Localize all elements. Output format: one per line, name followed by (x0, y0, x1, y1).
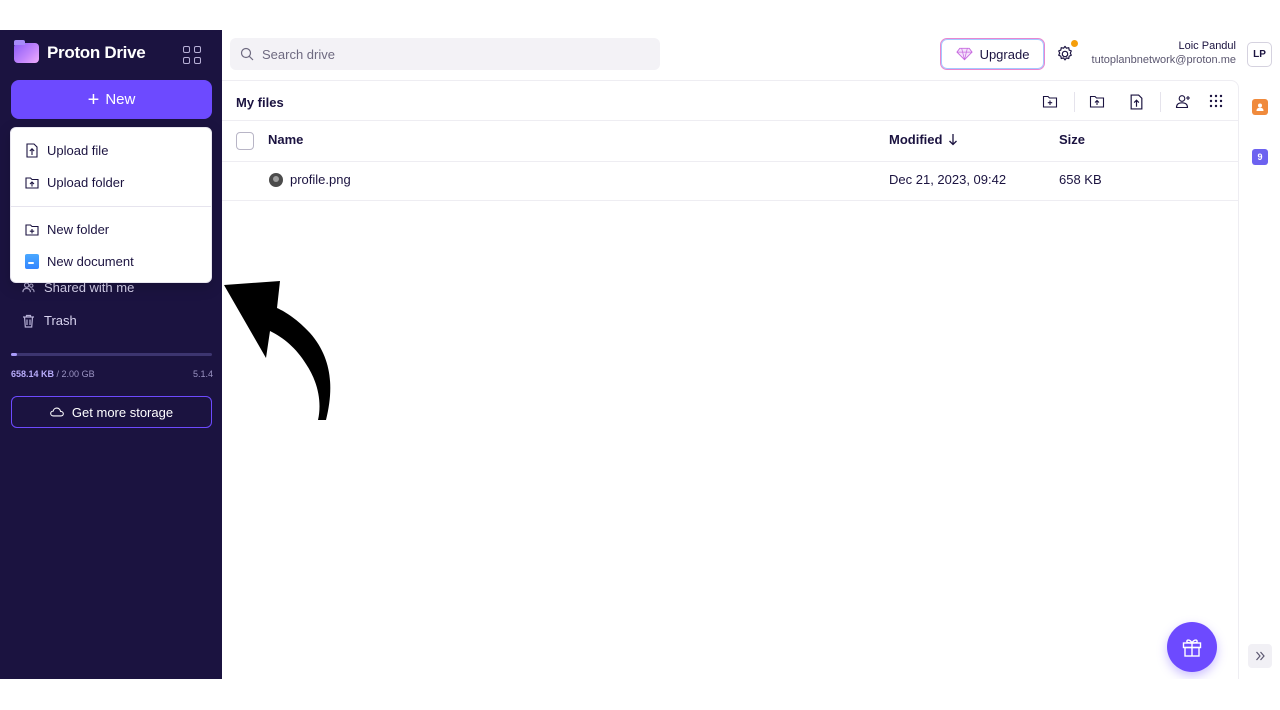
new-button-label: New (105, 91, 136, 108)
contacts-person-icon (1256, 103, 1264, 111)
menu-item-new-document[interactable]: New document (25, 254, 134, 269)
notification-dot (1071, 40, 1078, 47)
trash-icon (23, 314, 34, 328)
upgrade-label: Upgrade (979, 46, 1030, 62)
menu-item-upload-folder[interactable]: Upload folder (25, 175, 124, 190)
cloud-icon (50, 407, 64, 417)
avatar[interactable]: LP (1247, 42, 1272, 67)
brand-name: Proton Drive (47, 43, 146, 62)
search-icon (240, 47, 254, 61)
column-header-size[interactable]: Size (1059, 132, 1085, 147)
get-more-storage-label: Get more storage (71, 404, 174, 420)
file-modified: Dec 21, 2023, 09:42 (889, 172, 1007, 187)
menu-item-new-folder[interactable]: New folder (25, 222, 109, 237)
get-more-storage-button[interactable]: Get more storage (11, 396, 212, 428)
plus-icon: + (87, 88, 100, 111)
gift-offer-button[interactable] (1167, 622, 1217, 672)
header-divider (222, 120, 1239, 121)
gift-icon (1182, 639, 1202, 657)
upload-file-icon (26, 143, 38, 158)
apps-grid-icon[interactable] (183, 46, 201, 64)
sidebar-item-trash[interactable]: Trash (22, 313, 77, 328)
new-button[interactable]: + New (11, 80, 212, 119)
menu-divider (11, 206, 211, 207)
new-menu-dropdown: Upload file Upload folder New folder New… (10, 127, 212, 283)
select-all-checkbox[interactable] (236, 132, 254, 150)
storage-progress-fill (11, 353, 17, 356)
image-thumbnail-icon (269, 173, 283, 187)
toolbar-divider (1160, 92, 1161, 112)
double-chevron-right-icon (1255, 651, 1265, 661)
contacts-app-icon[interactable] (1252, 99, 1268, 115)
proton-docs-icon (25, 254, 39, 269)
storage-usage-text: 658.14 KB / 2.00 GB (11, 369, 95, 379)
file-name: profile.png (290, 172, 351, 187)
calendar-day-number: 9 (1257, 152, 1263, 162)
search-input[interactable] (262, 46, 642, 62)
app-window: Proton Drive + New Shared with me Trash (0, 30, 1280, 679)
table-row[interactable]: profile.png Dec 21, 2023, 09:42 658 KB (222, 162, 1239, 201)
column-header-modified[interactable]: Modified (889, 132, 958, 147)
storage-total: 2.00 GB (61, 369, 95, 379)
sidebar-item-label: Trash (44, 313, 77, 328)
annotation-arrow-icon (224, 281, 331, 420)
storage-used: 658.14 KB (11, 369, 55, 379)
brand[interactable]: Proton Drive (14, 40, 146, 63)
storage-progress-bar (11, 353, 212, 356)
expand-panel-button[interactable] (1248, 644, 1272, 668)
upload-file-icon[interactable] (1129, 94, 1144, 110)
column-header-modified-label: Modified (889, 132, 943, 147)
user-email: tutoplanbnetwork@proton.me (1091, 54, 1236, 66)
sort-down-arrow-icon (949, 134, 958, 146)
storage-separator: / (54, 369, 62, 379)
file-browser: My files Name Modified Size profile.png … (222, 80, 1239, 679)
user-name: Loic Pandul (1178, 40, 1237, 52)
upgrade-button[interactable]: Upgrade (940, 38, 1045, 70)
upload-folder-icon (25, 177, 39, 189)
column-header-name[interactable]: Name (268, 132, 303, 147)
page-title: My files (236, 95, 284, 110)
diamond-icon (955, 47, 973, 61)
menu-item-label: Upload folder (47, 175, 125, 190)
new-folder-icon (25, 224, 39, 236)
menu-item-label: Upload file (47, 143, 109, 158)
app-version: 5.1.4 (193, 369, 214, 379)
row-divider (222, 200, 1239, 201)
proton-drive-logo-icon (14, 40, 39, 63)
calendar-app-icon[interactable]: 9 (1252, 149, 1268, 165)
file-size: 658 KB (1059, 172, 1102, 187)
add-user-icon[interactable] (1175, 94, 1191, 109)
menu-item-upload-file[interactable]: Upload file (25, 143, 108, 158)
upload-folder-icon[interactable] (1089, 94, 1105, 109)
toolbar-divider (1074, 92, 1075, 112)
create-folder-icon[interactable] (1042, 94, 1058, 109)
settings-gear-icon[interactable] (1056, 45, 1074, 63)
search-bar[interactable] (230, 38, 660, 70)
more-options-grid-icon[interactable] (1209, 94, 1223, 108)
menu-item-label: New folder (47, 222, 110, 237)
menu-item-label: New document (47, 254, 134, 269)
